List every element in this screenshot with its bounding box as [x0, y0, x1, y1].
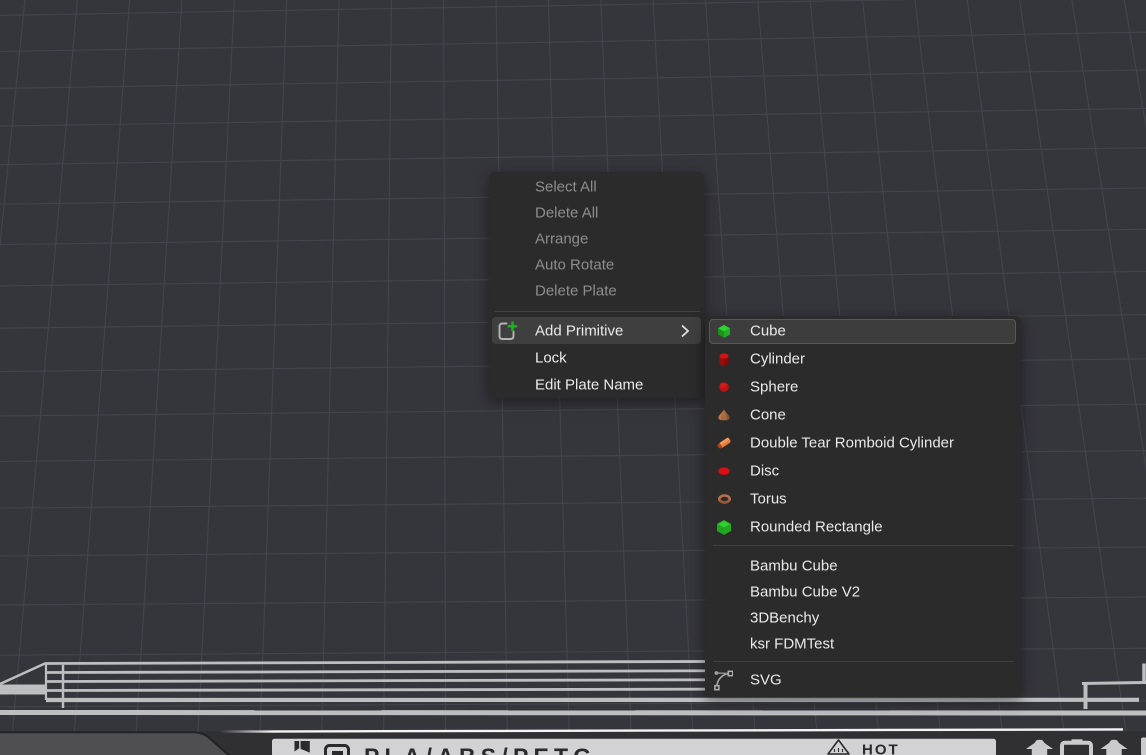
- svg-text:HOT: HOT: [862, 742, 900, 755]
- svg-text:PLA/ABS/PETG: PLA/ABS/PETG: [364, 744, 596, 755]
